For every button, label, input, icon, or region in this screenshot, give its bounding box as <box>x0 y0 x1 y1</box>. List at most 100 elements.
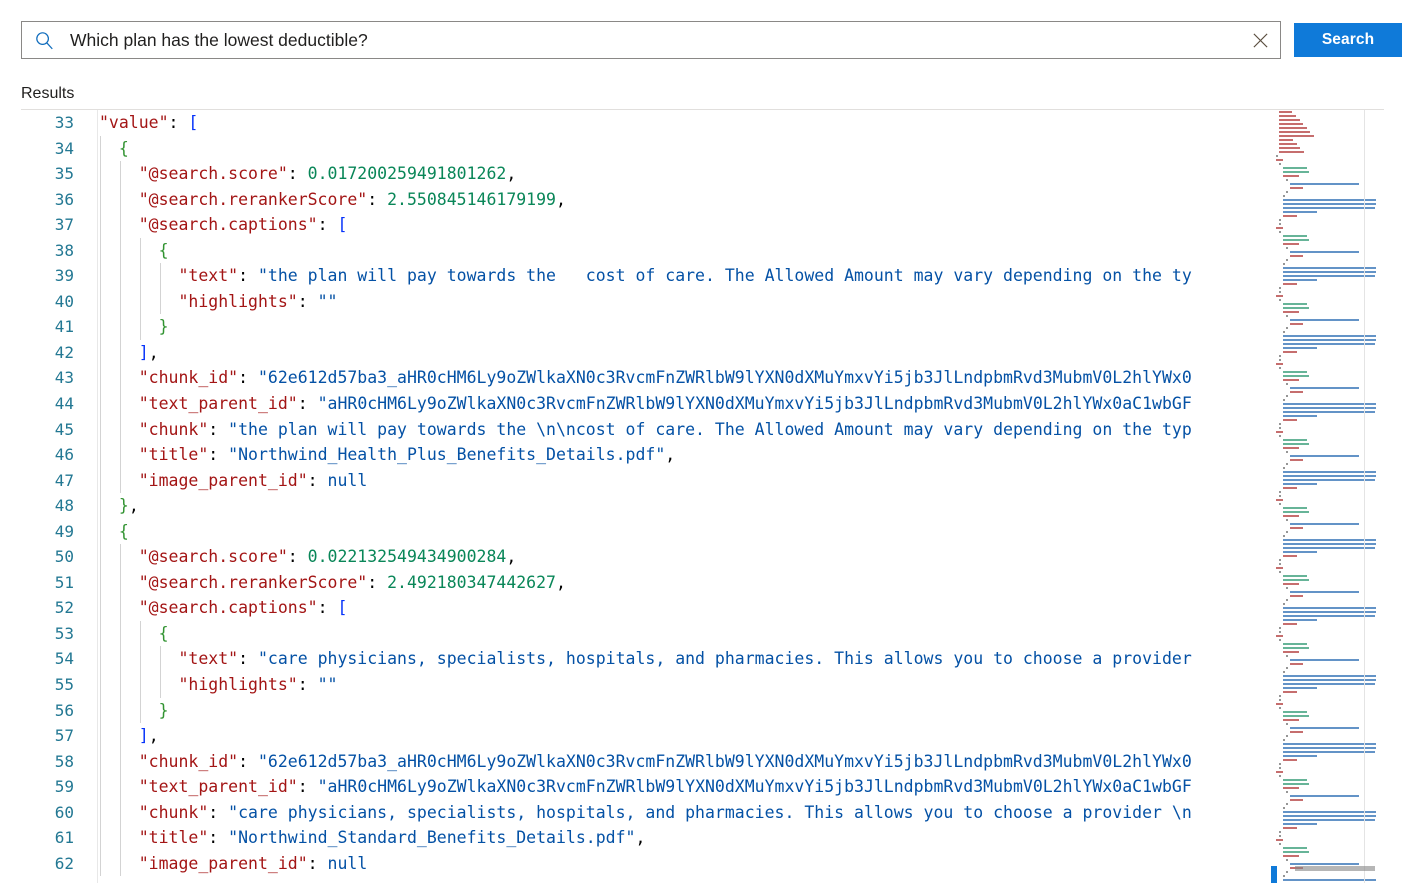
minimap-segment <box>1283 207 1375 209</box>
code-line[interactable]: "@search.captions": [ <box>99 212 1270 238</box>
minimap-segment <box>1286 463 1287 465</box>
minimap-divider <box>1364 110 1365 883</box>
code-line[interactable]: ], <box>99 340 1270 366</box>
line-number: 34 <box>21 136 97 162</box>
code-line[interactable]: "@search.score": 0.022132549434900284, <box>99 544 1270 570</box>
code-line[interactable]: "@search.rerankerScore": 2.5508451461791… <box>99 187 1270 213</box>
code-line[interactable]: ], <box>99 723 1270 749</box>
code-line[interactable]: "@search.rerankerScore": 2.4921803474426… <box>99 570 1270 596</box>
code-line[interactable]: "text_parent_id": "aHR0cHM6Ly9oZWlkaXN0c… <box>99 774 1270 800</box>
line-number: 49 <box>21 519 97 545</box>
code-line[interactable]: "chunk": "the plan will pay towards the … <box>99 417 1270 443</box>
code-line[interactable]: } <box>99 698 1270 724</box>
code-line[interactable]: "image_parent_id": null <box>99 468 1270 494</box>
token-punct: : <box>308 471 328 490</box>
minimap-segment <box>1283 515 1299 517</box>
minimap-segment <box>1290 527 1303 529</box>
token-key: "title" <box>139 445 209 464</box>
code-line[interactable]: "highlights": "" <box>99 289 1270 315</box>
minimap-segment <box>1283 375 1309 377</box>
line-number: 52 <box>21 595 97 621</box>
code-line[interactable]: { <box>99 621 1270 647</box>
indent-guide <box>120 417 121 443</box>
minimap-segment <box>1283 743 1377 745</box>
code-line[interactable]: "chunk_id": "62e612d57ba3_aHR0cHM6Ly9oZW… <box>99 749 1270 775</box>
editor-content-area: 3334353637383940414243444546474849505152… <box>21 110 1270 883</box>
search-button[interactable]: Search <box>1294 23 1402 57</box>
indent-guide <box>120 851 121 877</box>
code-line[interactable]: { <box>99 519 1270 545</box>
indent-guide <box>120 442 121 468</box>
code-line[interactable]: "chunk_id": "62e612d57ba3_aHR0cHM6Ly9oZW… <box>99 365 1270 391</box>
search-box[interactable] <box>21 21 1281 59</box>
token-key: "@search.score" <box>139 547 288 566</box>
line-number: 53 <box>21 621 97 647</box>
horizontal-scrollbar-thumb[interactable] <box>1295 866 1375 871</box>
code-line[interactable]: "@search.captions": [ <box>99 595 1270 621</box>
indent-guide <box>100 340 101 366</box>
code-line[interactable]: "title": "Northwind_Health_Plus_Benefits… <box>99 442 1270 468</box>
code-line[interactable]: "image_parent_id": null <box>99 851 1270 877</box>
code-line[interactable]: "text": "the plan will pay towards the c… <box>99 263 1270 289</box>
minimap-segment <box>1279 131 1310 133</box>
line-number: 61 <box>21 825 97 851</box>
indent-guide <box>120 391 121 417</box>
minimap-segment <box>1283 271 1377 273</box>
minimap-segment <box>1286 803 1287 805</box>
minimap-segment <box>1283 855 1299 857</box>
token-brk2: { <box>119 522 129 541</box>
minimap-segment <box>1283 483 1318 485</box>
search-input[interactable] <box>66 23 1240 57</box>
minimap-segment <box>1279 835 1280 837</box>
json-results-editor[interactable]: 3334353637383940414243444546474849505152… <box>21 109 1413 883</box>
code-line[interactable]: { <box>99 238 1270 264</box>
minimap-segment <box>1286 451 1287 453</box>
indent-guide <box>100 212 101 238</box>
minimap-segment <box>1283 811 1377 813</box>
indent-guide <box>160 646 161 672</box>
minimap-segment <box>1286 735 1287 737</box>
token-punct: , <box>149 726 159 745</box>
code-line[interactable]: "chunk": "care physicians, specialists, … <box>99 800 1270 826</box>
minimap-segment <box>1283 619 1318 621</box>
token-str: "Northwind_Standard_Benefits_Details.pdf… <box>228 828 635 847</box>
code-line[interactable]: { <box>99 136 1270 162</box>
code-line[interactable]: "value": [ <box>99 110 1270 136</box>
minimap-segment <box>1279 119 1299 121</box>
code-line[interactable]: "title": "Northwind_Standard_Benefits_De… <box>99 825 1270 851</box>
indent-guide <box>100 493 101 519</box>
code-line[interactable]: }, <box>99 493 1270 519</box>
minimap-segment <box>1283 551 1318 553</box>
minimap-segment <box>1279 291 1280 293</box>
minimap-segment <box>1283 267 1377 269</box>
minimap-segment <box>1283 379 1299 381</box>
indent-guide <box>100 723 101 749</box>
indent-guide <box>100 595 101 621</box>
code-line[interactable]: } <box>99 314 1270 340</box>
indent-guide <box>120 672 121 698</box>
line-number: 48 <box>21 493 97 519</box>
minimap-segment <box>1283 739 1285 741</box>
code-line[interactable]: "text_parent_id": "aHR0cHM6Ly9oZWlkaXN0c… <box>99 391 1270 417</box>
indent-guide <box>160 263 161 289</box>
code-lines[interactable]: "value": [ { "@search.score": 0.01720025… <box>99 110 1270 883</box>
minimap-segment <box>1283 679 1377 681</box>
code-line[interactable]: "highlights": "" <box>99 672 1270 698</box>
token-key: "chunk_id" <box>139 752 238 771</box>
indent-guide <box>120 238 121 264</box>
minimap-segment <box>1283 555 1297 557</box>
minimap-segment <box>1283 579 1309 581</box>
close-icon[interactable] <box>1240 22 1280 58</box>
indent-guide <box>100 289 101 315</box>
minimap-segment <box>1283 615 1375 617</box>
line-number: 47 <box>21 468 97 494</box>
indent-guide <box>100 774 101 800</box>
indent-guide <box>100 749 101 775</box>
minimap-segment <box>1283 779 1307 781</box>
minimap-segment <box>1283 647 1309 649</box>
editor-minimap[interactable] <box>1270 110 1388 883</box>
minimap-segment <box>1286 179 1287 181</box>
code-line[interactable]: "@search.score": 0.017200259491801262, <box>99 161 1270 187</box>
minimap-segment <box>1283 687 1318 689</box>
code-line[interactable]: "text": "care physicians, specialists, h… <box>99 646 1270 672</box>
